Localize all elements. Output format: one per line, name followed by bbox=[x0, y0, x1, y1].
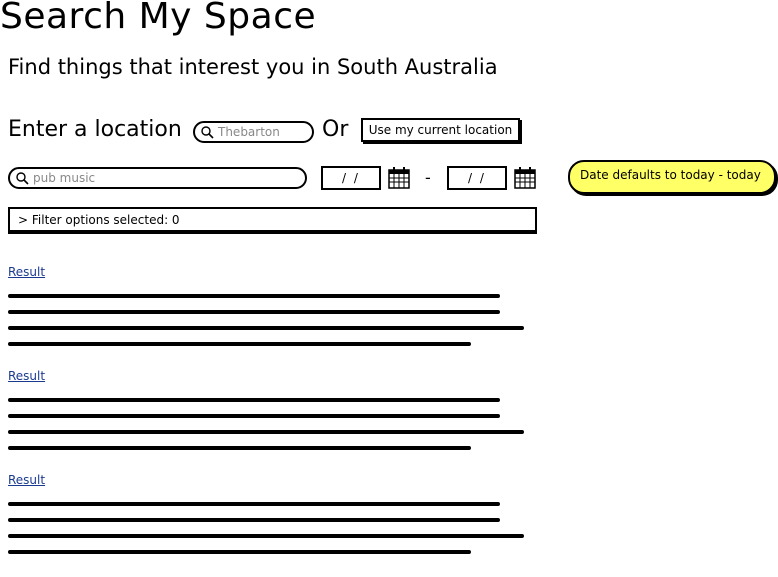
result-description-scribble bbox=[8, 398, 525, 450]
search-icon bbox=[16, 172, 29, 185]
search-icon bbox=[201, 126, 214, 139]
filter-options-toggle[interactable]: > Filter options selected: 0 bbox=[8, 207, 537, 232]
date-separator: - bbox=[425, 168, 431, 187]
date-from-field[interactable]: / / bbox=[321, 166, 381, 190]
page-subtitle: Find things that interest you in South A… bbox=[8, 55, 498, 79]
calendar-icon[interactable] bbox=[388, 167, 410, 189]
date-to-field[interactable]: / / bbox=[447, 166, 507, 190]
result-description-scribble bbox=[8, 502, 525, 554]
calendar-icon[interactable] bbox=[514, 167, 536, 189]
result-description-scribble bbox=[8, 294, 525, 346]
result-link[interactable]: Result bbox=[8, 265, 45, 279]
keyword-search-value: pub music bbox=[33, 171, 96, 185]
use-current-location-button[interactable]: Use my current location bbox=[361, 118, 520, 142]
keyword-search-input[interactable]: pub music bbox=[8, 167, 307, 189]
date-default-note: Date defaults to today - today bbox=[568, 160, 776, 194]
result-link[interactable]: Result bbox=[8, 473, 45, 487]
page-title: Search My Space bbox=[0, 0, 317, 37]
location-label: Enter a location bbox=[8, 117, 182, 142]
location-search-input[interactable]: Thebarton bbox=[193, 121, 314, 143]
or-label: Or bbox=[322, 117, 349, 142]
location-search-value: Thebarton bbox=[218, 125, 280, 139]
result-link[interactable]: Result bbox=[8, 369, 45, 383]
